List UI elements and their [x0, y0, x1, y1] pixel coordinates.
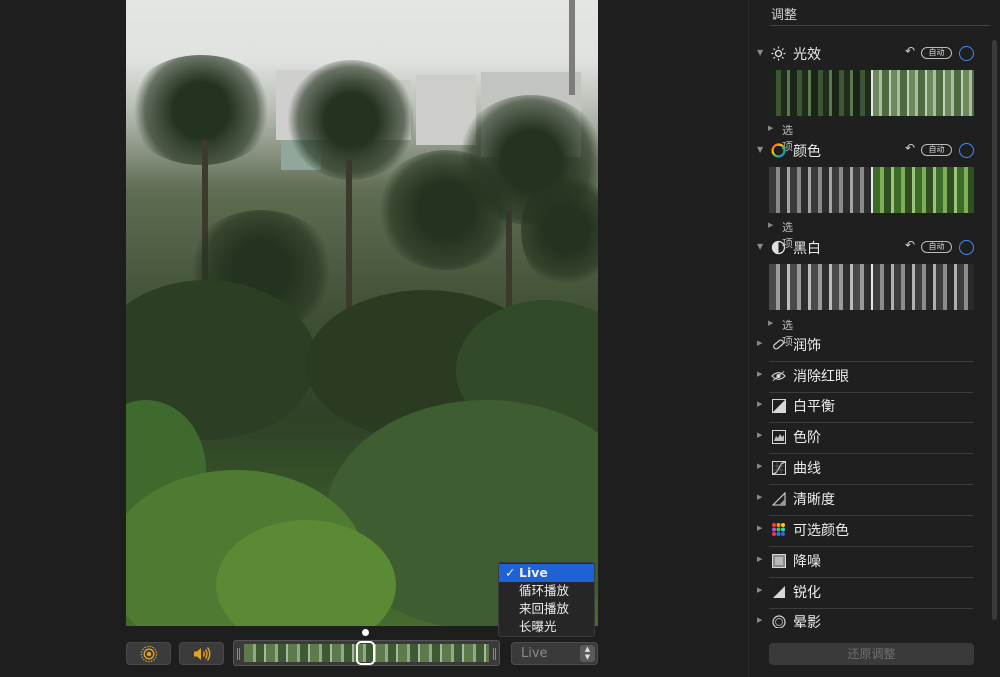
checkmark-icon: ✓	[505, 565, 516, 580]
disclosure-down-icon[interactable]: ▼	[757, 242, 763, 251]
undo-icon[interactable]: ↶	[905, 238, 915, 252]
white-balance-icon	[771, 398, 786, 413]
disclosure-right-icon[interactable]: ▶	[757, 370, 762, 378]
divider	[770, 25, 990, 26]
row-label: 润饰	[793, 338, 821, 354]
slider-handle[interactable]	[871, 167, 873, 213]
disclosure-right-icon[interactable]: ▶	[757, 431, 762, 439]
section-color-label: 颜色	[793, 144, 821, 160]
disclosure-down-icon[interactable]: ▼	[757, 48, 763, 57]
row-label: 白平衡	[793, 399, 835, 415]
undo-icon[interactable]: ↶	[905, 141, 915, 155]
row-sharpen[interactable]: ▶ 锐化	[749, 578, 989, 609]
select-stepper-icon: ▲ ▼	[580, 645, 595, 662]
disclosure-right-icon[interactable]: ▶	[768, 319, 773, 327]
auto-button[interactable]: 自动	[921, 144, 952, 156]
row-label: 清晰度	[793, 492, 835, 508]
live-effect-select[interactable]: Live ▲ ▼	[511, 642, 598, 665]
speaker-icon	[193, 646, 210, 661]
panel-title: 调整	[771, 8, 798, 23]
menu-item-loop[interactable]: 循环播放	[499, 582, 594, 600]
slider-handle[interactable]	[871, 70, 873, 116]
row-curves[interactable]: ▶ 曲线	[749, 454, 989, 485]
live-photo-image	[126, 0, 598, 626]
noise-reduction-icon	[771, 553, 786, 568]
row-label: 消除红眼	[793, 369, 849, 385]
disclosure-right-icon[interactable]: ▶	[757, 339, 762, 347]
undo-icon[interactable]: ↶	[905, 44, 915, 58]
reset-adjustments-button[interactable]: 还原调整	[769, 643, 974, 665]
row-red-eye[interactable]: ▶ 消除红眼	[749, 362, 989, 393]
menu-item-long-exposure[interactable]: 长曝光	[499, 618, 594, 636]
row-label: 降噪	[793, 554, 821, 570]
disclosure-down-icon[interactable]: ▼	[757, 145, 763, 154]
adjustments-panel: 调整 ▼ 光效 ↶ 自动 ▶ 选项 ▼ 颜色 ↶ 自动 ▶ 选项 ▼ 黑白 ↶ …	[748, 0, 1000, 677]
disclosure-right-icon[interactable]: ▶	[757, 586, 762, 594]
live-effect-menu: ✓ Live 循环播放 来回播放 长曝光	[498, 562, 595, 637]
menu-item-live[interactable]: ✓ Live	[499, 564, 594, 582]
row-vignette[interactable]: ▶ 晕影	[749, 608, 989, 628]
eye-icon	[771, 368, 786, 383]
enable-toggle[interactable]	[959, 46, 974, 61]
bandage-icon	[771, 337, 786, 352]
strip-right-handle[interactable]	[493, 648, 496, 660]
live-photo-button[interactable]	[126, 642, 171, 665]
disclosure-right-icon[interactable]: ▶	[757, 462, 762, 470]
live-photo-icon	[140, 645, 157, 662]
row-label: 锐化	[793, 585, 821, 601]
disclosure-right-icon[interactable]: ▶	[757, 493, 762, 501]
row-selective-color[interactable]: ▶ 可选颜色	[749, 516, 989, 547]
panel-scrollbar[interactable]	[992, 40, 997, 620]
row-label: 晕影	[793, 615, 821, 628]
frame-scrubber-handle[interactable]	[356, 641, 375, 665]
half-circle-icon	[771, 240, 786, 255]
sharpen-icon	[771, 584, 786, 599]
definition-icon	[771, 491, 786, 506]
curves-icon	[771, 460, 786, 475]
section-light-label: 光效	[793, 47, 821, 63]
bw-slider-preview[interactable]	[769, 264, 974, 310]
sound-button[interactable]	[179, 642, 224, 665]
disclosure-right-icon[interactable]: ▶	[757, 555, 762, 563]
row-levels[interactable]: ▶ 色阶	[749, 423, 989, 454]
color-wheel-icon	[771, 143, 786, 158]
slider-handle[interactable]	[871, 264, 873, 310]
selective-color-icon	[771, 522, 786, 537]
row-label: 可选颜色	[793, 523, 849, 539]
disclosure-right-icon[interactable]: ▶	[757, 524, 762, 532]
row-white-balance[interactable]: ▶ 白平衡	[749, 392, 989, 423]
light-slider-preview[interactable]	[769, 70, 974, 116]
auto-button[interactable]: 自动	[921, 47, 952, 59]
menu-item-bounce[interactable]: 来回播放	[499, 600, 594, 618]
sun-icon	[771, 46, 786, 61]
levels-icon	[771, 429, 786, 444]
row-label: 色阶	[793, 430, 821, 446]
row-retouch[interactable]: ▶ 润饰	[749, 331, 989, 362]
disclosure-right-icon[interactable]: ▶	[757, 616, 762, 624]
enable-toggle[interactable]	[959, 240, 974, 255]
vignette-icon	[771, 614, 786, 628]
row-definition[interactable]: ▶ 清晰度	[749, 485, 989, 516]
section-black-white[interactable]: ▼ 黑白 ↶ 自动	[749, 237, 989, 259]
disclosure-right-icon[interactable]: ▶	[768, 124, 773, 132]
section-color[interactable]: ▼ 颜色 ↶ 自动	[749, 140, 989, 162]
auto-button[interactable]: 自动	[921, 241, 952, 253]
disclosure-right-icon[interactable]: ▶	[757, 400, 762, 408]
enable-toggle[interactable]	[959, 143, 974, 158]
disclosure-right-icon[interactable]: ▶	[768, 221, 773, 229]
live-effect-value: Live	[521, 646, 548, 661]
key-photo-marker	[362, 629, 369, 636]
row-label: 曲线	[793, 461, 821, 477]
color-slider-preview[interactable]	[769, 167, 974, 213]
section-light[interactable]: ▼ 光效 ↶ 自动	[749, 43, 989, 65]
section-bw-label: 黑白	[793, 241, 821, 257]
row-noise-reduction[interactable]: ▶ 降噪	[749, 547, 989, 578]
strip-left-handle[interactable]	[237, 648, 240, 660]
